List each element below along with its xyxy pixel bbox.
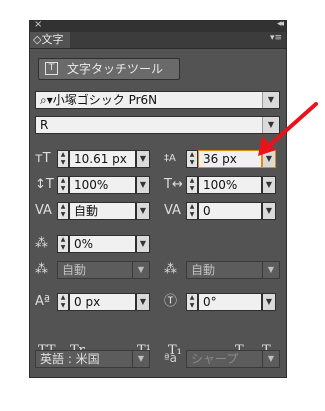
rotation-icon: Ⓣ <box>164 294 178 309</box>
kerning-icon: VA <box>35 203 52 218</box>
rotation-input[interactable]: 0° <box>198 293 262 311</box>
baseline-shift-field: Aª ▲ ▼ 0 px ▼ <box>35 293 150 311</box>
tracking-field: VA ▲ ▼ 0 ▼ <box>164 202 280 220</box>
leading-field: ‡A ▲ ▼ 36 px ▼ <box>164 150 280 168</box>
tsume-field: ⁂ ▲ ▼ 0% ▼ <box>35 235 150 253</box>
close-icon[interactable]: × <box>34 19 42 30</box>
panel-menu-icon[interactable]: ▾≡ <box>270 33 282 43</box>
rotation-stepper[interactable]: ▲ ▼ <box>186 293 198 311</box>
chevron-down-icon[interactable]: ▼ <box>262 262 279 278</box>
character-rotation-field: Ⓣ ▲ ▼ 0° ▼ <box>164 293 280 311</box>
tsume-stepper[interactable]: ▲ ▼ <box>57 235 69 253</box>
search-icon: ⌕▾ <box>40 93 53 107</box>
antialias-dropdown[interactable]: シャープ ▼ <box>186 350 280 368</box>
baseline-shift-icon: Aª <box>35 294 51 309</box>
font-style-value: R <box>40 118 49 132</box>
language-dropdown[interactable]: 英語 : 米国 ▼ <box>35 350 150 368</box>
aki-right-field: ⁂ 自動 ▼ <box>164 261 280 279</box>
kerning-stepper[interactable]: ▲ ▼ <box>57 202 69 220</box>
aki-right-dropdown[interactable]: 自動 ▼ <box>186 261 280 279</box>
chevron-down-icon[interactable]: ▼ <box>262 117 279 133</box>
vertical-scale-input[interactable]: 100% <box>69 176 136 194</box>
leading-icon: ‡A <box>164 153 176 164</box>
tracking-icon: VA <box>164 203 181 218</box>
touch-type-label: 文字タッチツール <box>67 62 164 76</box>
kerning-field: VA ▲ ▼ 自動 ▼ <box>35 202 150 220</box>
aki-left-icon: ⁂ <box>35 262 48 277</box>
horizontal-scale-field: T↔ ▲ ▼ 100% ▼ <box>164 176 280 194</box>
tsume-input[interactable]: 0% <box>69 235 136 253</box>
chevron-down-icon[interactable]: ▼ <box>136 176 150 194</box>
collapse-icon[interactable]: ◂◂ <box>277 19 284 29</box>
chevron-down-icon[interactable]: ▼ <box>136 293 150 311</box>
tracking-stepper[interactable]: ▲ ▼ <box>186 202 198 220</box>
aki-left-dropdown[interactable]: 自動 ▼ <box>57 261 150 279</box>
font-family-dropdown[interactable]: ⌕▾小塚ゴシック Pr6N ▼ <box>35 91 280 109</box>
chevron-down-icon[interactable]: ▼ <box>132 262 149 278</box>
language-value: 英語 : 米国 <box>40 352 100 366</box>
panel-titlebar: × ◂◂ <box>30 19 286 32</box>
chevron-down-icon[interactable]: ▼ <box>262 202 276 220</box>
font-size-icon: ᴛT <box>35 151 51 166</box>
horizontal-scale-icon: T↔ <box>164 177 183 192</box>
chevron-down-icon[interactable]: ▼ <box>136 202 150 220</box>
chevron-down-icon[interactable]: ▼ <box>262 92 279 108</box>
tsume-icon: ⁂ <box>35 236 48 251</box>
antialias-icon: ªa <box>164 351 178 365</box>
kerning-input[interactable]: 自動 <box>69 202 136 220</box>
chevron-down-icon[interactable]: ▼ <box>262 176 276 194</box>
aki-left-field: ⁂ 自動 ▼ <box>35 261 150 279</box>
antialias-value: シャープ <box>191 352 239 366</box>
font-size-field: ᴛT ▲ ▼ 10.61 px ▼ <box>35 150 150 168</box>
aki-left-value: 自動 <box>62 263 87 277</box>
panel-tabbar: ◇文字 ▾≡ <box>30 32 286 49</box>
baseline-shift-input[interactable]: 0 px <box>69 293 136 311</box>
chevron-down-icon[interactable]: ▼ <box>132 351 149 367</box>
tab-character[interactable]: ◇文字 <box>30 32 70 48</box>
character-panel: × ◂◂ ◇文字 ▾≡ T 文字タッチツール ⌕▾小塚ゴシック Pr6N ▼ R… <box>29 19 287 378</box>
touch-type-icon: T <box>45 62 58 75</box>
vertical-scale-icon: ↕T <box>35 177 54 192</box>
tracking-input[interactable]: 0 <box>198 202 262 220</box>
horizontal-scale-stepper[interactable]: ▲ ▼ <box>186 176 198 194</box>
leading-stepper[interactable]: ▲ ▼ <box>186 150 198 168</box>
leading-input[interactable]: 36 px <box>198 150 262 168</box>
chevron-down-icon[interactable]: ▼ <box>262 351 279 367</box>
vertical-scale-stepper[interactable]: ▲ ▼ <box>57 176 69 194</box>
font-size-input[interactable]: 10.61 px <box>69 150 136 168</box>
aki-right-value: 自動 <box>191 263 216 277</box>
font-size-stepper[interactable]: ▲ ▼ <box>57 150 69 168</box>
chevron-down-icon[interactable]: ▼ <box>136 235 150 253</box>
chevron-down-icon[interactable]: ▼ <box>262 150 276 168</box>
touch-type-tool-button[interactable]: T 文字タッチツール <box>38 58 180 80</box>
chevron-down-icon[interactable]: ▼ <box>262 293 276 311</box>
chevron-down-icon[interactable]: ▼ <box>136 150 150 168</box>
vertical-scale-field: ↕T ▲ ▼ 100% ▼ <box>35 176 150 194</box>
aki-right-icon: ⁂ <box>164 262 177 277</box>
font-family-value: ⌕▾小塚ゴシック Pr6N <box>40 93 158 107</box>
font-style-dropdown[interactable]: R ▼ <box>35 116 280 134</box>
horizontal-scale-input[interactable]: 100% <box>198 176 262 194</box>
baseline-shift-stepper[interactable]: ▲ ▼ <box>57 293 69 311</box>
